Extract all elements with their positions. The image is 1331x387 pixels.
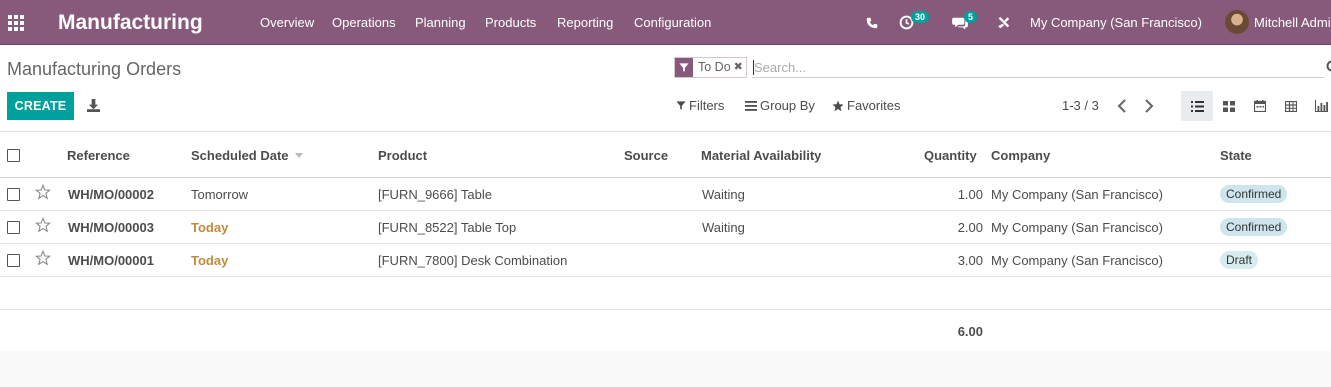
- table-row[interactable]: WH/MO/00002 Tomorrow [FURN_9666] Table W…: [0, 178, 1331, 211]
- filter-icon: [676, 101, 686, 110]
- cell-availability: Waiting: [702, 187, 745, 202]
- app-title[interactable]: Manufacturing: [58, 0, 203, 45]
- column-source[interactable]: Source: [624, 148, 668, 163]
- pivot-view-icon[interactable]: [1275, 91, 1307, 121]
- cell-scheduled-date: Today: [191, 220, 229, 235]
- star-icon: [832, 100, 844, 111]
- search-facet[interactable]: To Do ✖: [674, 57, 747, 78]
- filters-label: Filters: [689, 98, 725, 113]
- filter-icon: [675, 58, 693, 77]
- favorites-button[interactable]: Favorites: [832, 98, 900, 113]
- total-quantity: 6.00: [957, 324, 983, 339]
- table-footer: 6.00: [0, 310, 1331, 351]
- menu-operations[interactable]: Operations: [332, 0, 396, 45]
- user-menu[interactable]: Mitchell Admin: [1254, 0, 1331, 45]
- message-count-badge: 5: [964, 11, 978, 23]
- status-badge: Draft: [1220, 251, 1259, 269]
- cell-company: My Company (San Francisco): [991, 187, 1163, 202]
- column-scheduled-date[interactable]: Scheduled Date: [191, 148, 303, 163]
- column-reference[interactable]: Reference: [67, 148, 130, 163]
- calendar-view-icon[interactable]: [1244, 91, 1276, 121]
- chevron-left-icon[interactable]: [1117, 99, 1127, 116]
- cell-company: My Company (San Francisco): [991, 253, 1163, 268]
- star-icon[interactable]: [34, 216, 52, 236]
- cell-scheduled-date: Today: [191, 253, 229, 268]
- star-icon[interactable]: [34, 183, 52, 203]
- cell-reference: WH/MO/00002: [68, 187, 154, 202]
- cell-company: My Company (San Francisco): [991, 220, 1163, 235]
- chat-icon[interactable]: [952, 0, 968, 45]
- company-switcher[interactable]: My Company (San Francisco): [1030, 0, 1202, 45]
- cell-quantity: 3.00: [957, 253, 983, 268]
- list-icon: [745, 100, 757, 111]
- phone-icon[interactable]: [866, 0, 878, 45]
- menu-products[interactable]: Products: [485, 0, 536, 45]
- clock-icon[interactable]: [899, 0, 914, 45]
- menu-overview[interactable]: Overview: [260, 0, 314, 45]
- select-all-checkbox[interactable]: [7, 149, 20, 162]
- cell-product: [FURN_7800] Desk Combination: [378, 253, 568, 268]
- download-icon[interactable]: [87, 99, 100, 115]
- filters-button[interactable]: Filters: [676, 98, 724, 113]
- pager-value[interactable]: 1-3 / 3: [1062, 98, 1099, 113]
- group-by-button[interactable]: Group By: [745, 98, 815, 113]
- kanban-view-icon[interactable]: [1213, 91, 1245, 121]
- column-quantity[interactable]: Quantity: [924, 148, 977, 163]
- row-checkbox[interactable]: [7, 221, 20, 234]
- cell-reference: WH/MO/00001: [68, 253, 154, 268]
- menu-configuration[interactable]: Configuration: [634, 0, 711, 45]
- search-input[interactable]: [752, 58, 1324, 78]
- group-by-label: Group By: [760, 98, 815, 113]
- column-state[interactable]: State: [1220, 148, 1252, 163]
- create-button[interactable]: CREATE: [7, 92, 74, 120]
- row-checkbox[interactable]: [7, 254, 20, 267]
- text-cursor: [753, 60, 754, 75]
- column-company[interactable]: Company: [991, 148, 1050, 163]
- cell-product: [FURN_9666] Table: [378, 187, 492, 202]
- list-view-icon[interactable]: [1181, 91, 1213, 121]
- cell-product: [FURN_8522] Table Top: [378, 220, 517, 235]
- activity-count-badge: 30: [911, 11, 930, 23]
- menu-reporting[interactable]: Reporting: [557, 0, 613, 45]
- cell-quantity: 1.00: [957, 187, 983, 202]
- empty-row: [0, 277, 1331, 310]
- column-product[interactable]: Product: [378, 148, 427, 163]
- status-badge: Confirmed: [1220, 218, 1288, 236]
- star-icon[interactable]: [34, 249, 52, 269]
- cell-reference: WH/MO/00003: [68, 220, 154, 235]
- user-avatar[interactable]: [1225, 10, 1249, 34]
- chevron-right-icon[interactable]: [1144, 99, 1154, 116]
- status-badge: Confirmed: [1220, 185, 1288, 203]
- sort-desc-icon: [294, 153, 303, 158]
- search-icon[interactable]: [1326, 60, 1331, 77]
- cell-availability: Waiting: [702, 220, 745, 235]
- page-background: [0, 351, 1331, 387]
- row-checkbox[interactable]: [7, 188, 20, 201]
- favorites-label: Favorites: [847, 98, 901, 113]
- tools-icon[interactable]: [997, 0, 1010, 45]
- page-title: Manufacturing Orders: [7, 59, 182, 79]
- graph-view-icon[interactable]: [1306, 91, 1331, 121]
- table-row[interactable]: WH/MO/00003 Today [FURN_8522] Table Top …: [0, 211, 1331, 244]
- facet-remove-icon[interactable]: ✖: [734, 58, 746, 77]
- cell-scheduled-date: Tomorrow: [191, 187, 249, 202]
- column-scheduled-date-label: Scheduled Date: [191, 148, 289, 163]
- facet-label: To Do: [698, 60, 731, 74]
- menu-planning[interactable]: Planning: [415, 0, 466, 45]
- column-material-availability[interactable]: Material Availability: [701, 148, 821, 163]
- apps-grid-icon[interactable]: [8, 0, 26, 45]
- top-navbar: Manufacturing Overview Operations Planni…: [0, 0, 1331, 45]
- cell-quantity: 2.00: [957, 220, 983, 235]
- table-header: Reference Scheduled Date Product Source …: [0, 131, 1331, 178]
- list-view: Reference Scheduled Date Product Source …: [0, 131, 1331, 351]
- table-row[interactable]: WH/MO/00001 Today [FURN_7800] Desk Combi…: [0, 244, 1331, 277]
